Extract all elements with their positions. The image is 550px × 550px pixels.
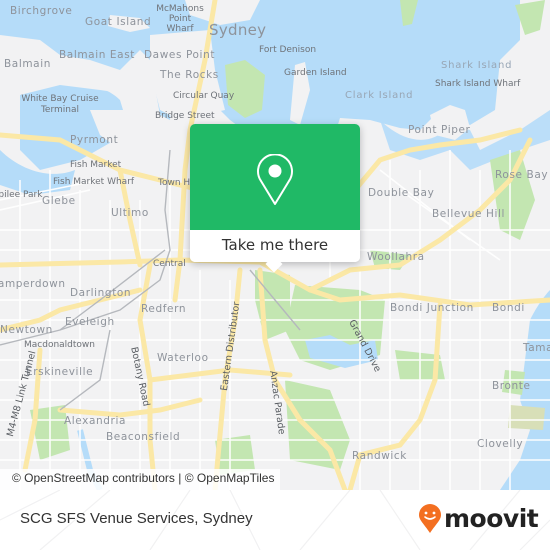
map-pin-icon xyxy=(257,154,293,205)
label-macdonaldtown: Macdonaldtown xyxy=(24,340,95,350)
label-double-bay: Double Bay xyxy=(368,187,435,199)
place-title: SCG SFS Venue Services, Sydney xyxy=(20,510,253,527)
label-fish-market-wharf: Fish Market Wharf xyxy=(53,177,135,187)
footer-bar: SCG SFS Venue Services, Sydney moovit xyxy=(0,490,550,550)
label-alexandria: Alexandria xyxy=(64,415,127,427)
label-central: Central xyxy=(153,259,186,269)
label-glebe: Glebe xyxy=(42,195,76,207)
label-rose-bay: Rose Bay xyxy=(495,169,549,181)
label-randwick: Randwick xyxy=(352,450,407,462)
take-me-there-button[interactable]: Take me there xyxy=(190,230,360,262)
destination-popup[interactable]: Take me there xyxy=(190,124,360,273)
label-ultimo: Ultimo xyxy=(111,207,149,219)
label-tamarama: Tamarama xyxy=(523,342,550,354)
label-bondi-junction: Bondi Junction xyxy=(390,302,474,314)
label-dawes-point: Dawes Point xyxy=(144,49,216,61)
label-goat-island: Goat Island xyxy=(85,16,152,28)
label-white-bay-cruise-terminal: White Bay Cruise Terminal xyxy=(21,94,99,115)
label-bronte: Bronte xyxy=(492,380,531,392)
label-jubilee-park: Jubilee Park xyxy=(0,190,43,200)
label-erskineville: Erskineville xyxy=(26,366,94,378)
label-garden-island: Garden Island xyxy=(284,68,347,78)
label-darlington: Darlington xyxy=(70,287,132,299)
label-bellevue-hill: Bellevue Hill xyxy=(432,208,506,220)
label-redfern: Redfern xyxy=(141,303,187,315)
label-eveleigh: Eveleigh xyxy=(65,316,115,328)
popup-header xyxy=(190,124,360,230)
label-point-piper: Point Piper xyxy=(408,124,471,136)
label-pyrmont: Pyrmont xyxy=(70,134,119,146)
label-beaconsfield: Beaconsfield xyxy=(106,431,181,443)
label-balmain: Balmain xyxy=(4,58,51,70)
label-bridge-street: Bridge Street xyxy=(155,111,215,121)
label-mcmahons-point-wharf: McMahons Point Wharf xyxy=(156,4,204,34)
moovit-pin-icon xyxy=(419,504,441,533)
label-camperdown: Camperdown xyxy=(0,278,66,290)
label-the-rocks: The Rocks xyxy=(160,69,219,81)
label-circular-quay: Circular Quay xyxy=(173,91,235,101)
label-shark-island-wharf: Shark Island Wharf xyxy=(435,79,521,89)
label-waterloo: Waterloo xyxy=(157,352,209,364)
moovit-wordmark: moovit xyxy=(444,504,539,533)
label-fort-denison: Fort Denison xyxy=(259,45,317,55)
golf-course xyxy=(508,405,545,430)
label-clovelly: Clovelly xyxy=(477,438,524,450)
label-sydney: Sydney xyxy=(209,21,267,39)
label-newtown: Newtown xyxy=(0,324,53,336)
label-balmain-east: Balmain East xyxy=(59,49,135,61)
label-bondi: Bondi xyxy=(492,302,525,314)
map-view[interactable]: Birchgrove Goat Island Balmain Balmain E… xyxy=(0,0,550,490)
label-birchgrove: Birchgrove xyxy=(10,5,73,17)
map-attribution[interactable]: © OpenStreetMap contributors | © OpenMap… xyxy=(0,469,281,490)
label-clark-island: Clark Island xyxy=(345,90,414,101)
label-woollahra: Woollahra xyxy=(367,251,425,263)
label-shark-island: Shark Island xyxy=(441,60,513,71)
randwick-park xyxy=(285,380,350,470)
label-fish-market: Fish Market xyxy=(70,160,122,170)
moovit-logo[interactable]: moovit xyxy=(418,504,539,534)
